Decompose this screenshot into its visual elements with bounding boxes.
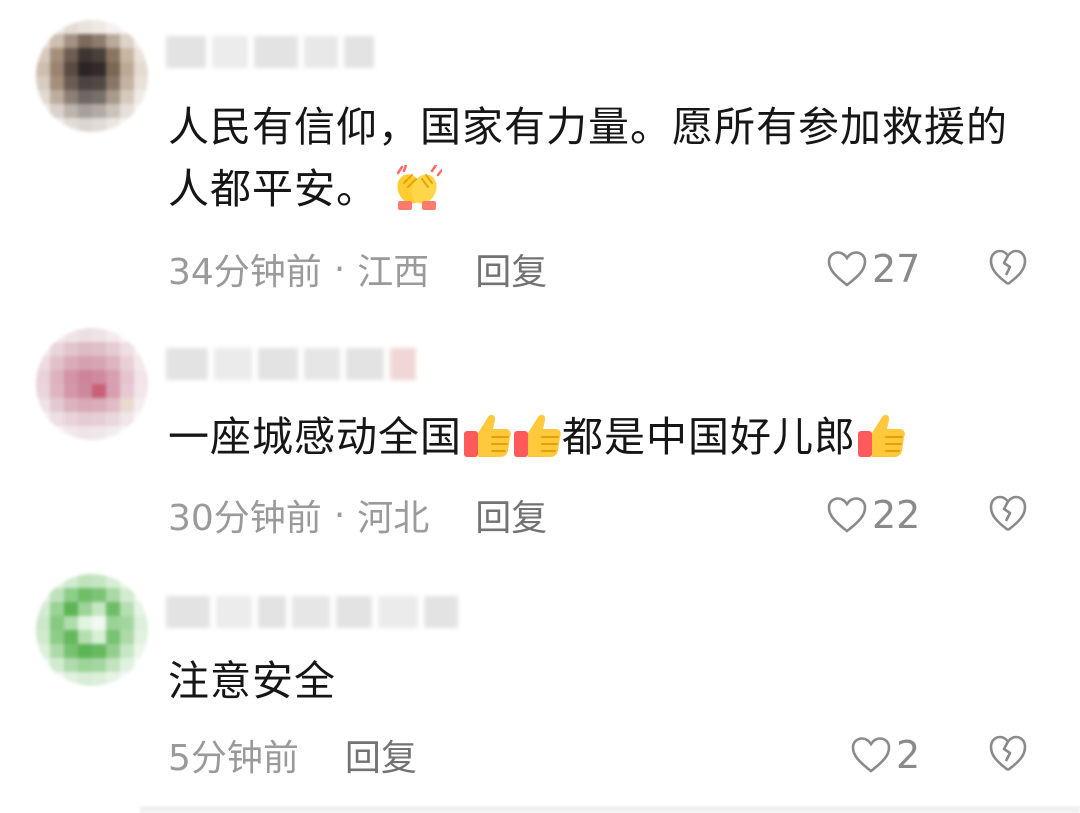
like-count: 2 <box>896 733 921 777</box>
comment-location: 江西 <box>357 252 430 293</box>
broken-heart-icon[interactable] <box>988 734 1028 774</box>
like-button[interactable]: 2 <box>850 730 920 780</box>
comment-text: 注意安全 <box>168 657 336 705</box>
reply-button[interactable]: 回复 <box>475 489 547 541</box>
like-count: 27 <box>872 247 921 291</box>
comment-item: 人民有信仰，国家有力量。愿所有参加救援的人都平安。 34分钟前 · 江西 回复 … <box>0 0 1080 300</box>
comment-list: 人民有信仰，国家有力量。愿所有参加救援的人都平安。 34分钟前 · 江西 回复 … <box>0 0 1080 813</box>
comment-text: 人民有信仰，国家有力量。愿所有参加救援的人都平安。 <box>168 103 1008 213</box>
like-button[interactable]: 22 <box>826 490 920 540</box>
heart-icon <box>851 737 891 773</box>
comment-time: 5分钟前 <box>168 738 299 779</box>
reply-button[interactable]: 回复 <box>475 243 547 295</box>
reply-button[interactable]: 回复 <box>345 729 417 781</box>
like-button[interactable]: 27 <box>826 244 920 294</box>
broken-heart-icon[interactable] <box>988 248 1028 288</box>
comment-item: 注意安全 5分钟前 回复 2 <box>0 550 1080 806</box>
heart-icon <box>827 497 867 533</box>
username[interactable] <box>166 592 458 632</box>
heart-icon <box>827 251 867 287</box>
broken-heart-icon[interactable] <box>988 494 1028 534</box>
avatar[interactable] <box>36 20 148 132</box>
comment-location: 河北 <box>357 498 430 539</box>
comment-time: 34分钟前 <box>168 252 322 293</box>
clapping-hands-icon <box>396 165 443 210</box>
like-count: 22 <box>872 493 921 537</box>
comment-item: 一座城感动全国 都是中国好儿郎 30分钟前 · 河北 回复 22 <box>0 300 1080 550</box>
meta-separator: · <box>333 494 346 536</box>
comment-text: 一座城感动全国 都是中国好儿郎 <box>168 406 1038 468</box>
avatar[interactable] <box>36 328 148 440</box>
comment-time: 30分钟前 <box>168 498 322 539</box>
avatar[interactable] <box>36 574 148 686</box>
thumbs-up-icon <box>464 414 511 457</box>
username[interactable] <box>166 344 416 384</box>
username[interactable] <box>166 32 374 72</box>
meta-separator: · <box>333 248 346 290</box>
thumbs-up-icon <box>514 414 561 457</box>
divider <box>140 806 1080 813</box>
thumbs-up-icon <box>858 414 905 457</box>
